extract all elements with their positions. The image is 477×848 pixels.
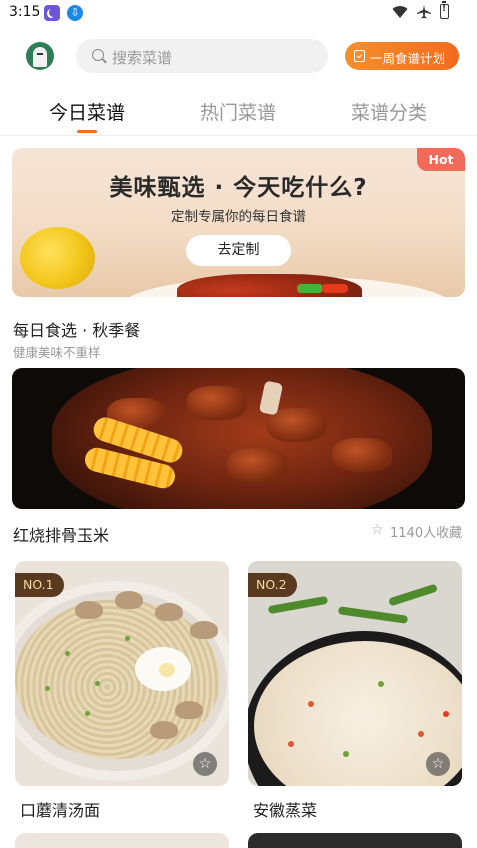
recipe-card-image[interactable] [15,833,229,848]
status-time: 3:15 [9,4,41,20]
banner-title: 美味甄选 · 今天吃什么? [109,175,368,201]
rib-image [332,438,392,472]
airplane-icon [417,4,431,18]
section-title: 每日食选 · 秋季餐 [13,321,141,340]
featured-favorites-count: 1140人收藏 [390,526,463,541]
carrot-image [418,731,424,737]
mushroom-image [115,591,143,609]
status-icons [392,1,449,19]
tab-bar: 今日菜谱 热门菜谱 菜谱分类 [0,92,477,136]
status-bar: 3:15 ⇩ [0,0,477,28]
banner-pepper-image [322,284,348,293]
search-input[interactable]: 搜索菜谱 [76,39,328,73]
search-icon [92,49,104,61]
tab-indicator [77,130,97,133]
recipe-card-title[interactable]: 口蘑清汤面 [20,797,100,821]
mushroom-image [175,701,203,719]
featured-recipe-name[interactable]: 红烧排骨玉米 [13,522,109,546]
featured-recipe-image[interactable] [12,368,465,509]
recipe-card-image[interactable]: NO.2 ☆ [248,561,462,786]
banner-pepper-image [297,284,323,293]
vegetable-image [337,606,409,624]
scallion-image [85,711,90,716]
vegetable-image [267,595,329,615]
rank-badge: NO.1 [15,573,64,597]
carrot-image [308,701,314,707]
mushroom-image [75,601,103,619]
download-icon: ⇩ [67,5,83,21]
battery-icon [440,1,449,19]
customize-button[interactable]: 去定制 [186,235,291,266]
weekly-plan-label: 一周食谱计划 [370,51,446,66]
vegetable-image [387,583,439,607]
scallion-image [45,686,50,691]
mushroom-image [150,721,178,739]
scallion-image [125,636,130,641]
weekly-plan-button[interactable]: 一周食谱计划 [345,42,459,70]
star-icon[interactable]: ☆ [371,522,384,538]
recipe-card-image[interactable]: NO.1 ☆ [15,561,229,786]
hot-badge: Hot [417,148,465,171]
banner-corn-image [20,227,95,289]
promo-banner[interactable]: 美味甄选 · 今天吃什么? 定制专属你的每日食谱 去定制 Hot [12,148,465,297]
carrot-image [288,741,294,747]
star-icon[interactable]: ☆ [426,752,450,776]
noodle-soup-image [15,599,220,759]
recipe-card-title[interactable]: 安徽蒸菜 [253,797,317,821]
star-icon[interactable]: ☆ [193,752,217,776]
mushroom-image [155,603,183,621]
scallion-image [65,651,70,656]
moon-icon [44,5,60,21]
egg-image [135,647,191,691]
tab-today[interactable]: 今日菜谱 [22,98,152,125]
calendar-check-icon [354,50,365,62]
scallion-image [95,681,100,686]
mushroom-image [190,621,218,639]
tab-popular[interactable]: 热门菜谱 [173,98,303,125]
scallion-image [343,751,349,757]
avatar[interactable] [26,42,54,70]
scallion-image [378,681,384,687]
section-subtitle: 健康美味不重样 [13,345,101,360]
tab-categories[interactable]: 菜谱分类 [324,98,454,125]
rib-image [227,448,287,482]
pepper-image [443,711,449,717]
search-placeholder: 搜索菜谱 [112,49,173,67]
banner-subtitle: 定制专属你的每日食谱 [171,209,306,225]
rank-badge: NO.2 [248,573,297,597]
recipe-card-image[interactable] [248,833,462,848]
wifi-icon [392,5,408,18]
rib-image [187,386,247,420]
